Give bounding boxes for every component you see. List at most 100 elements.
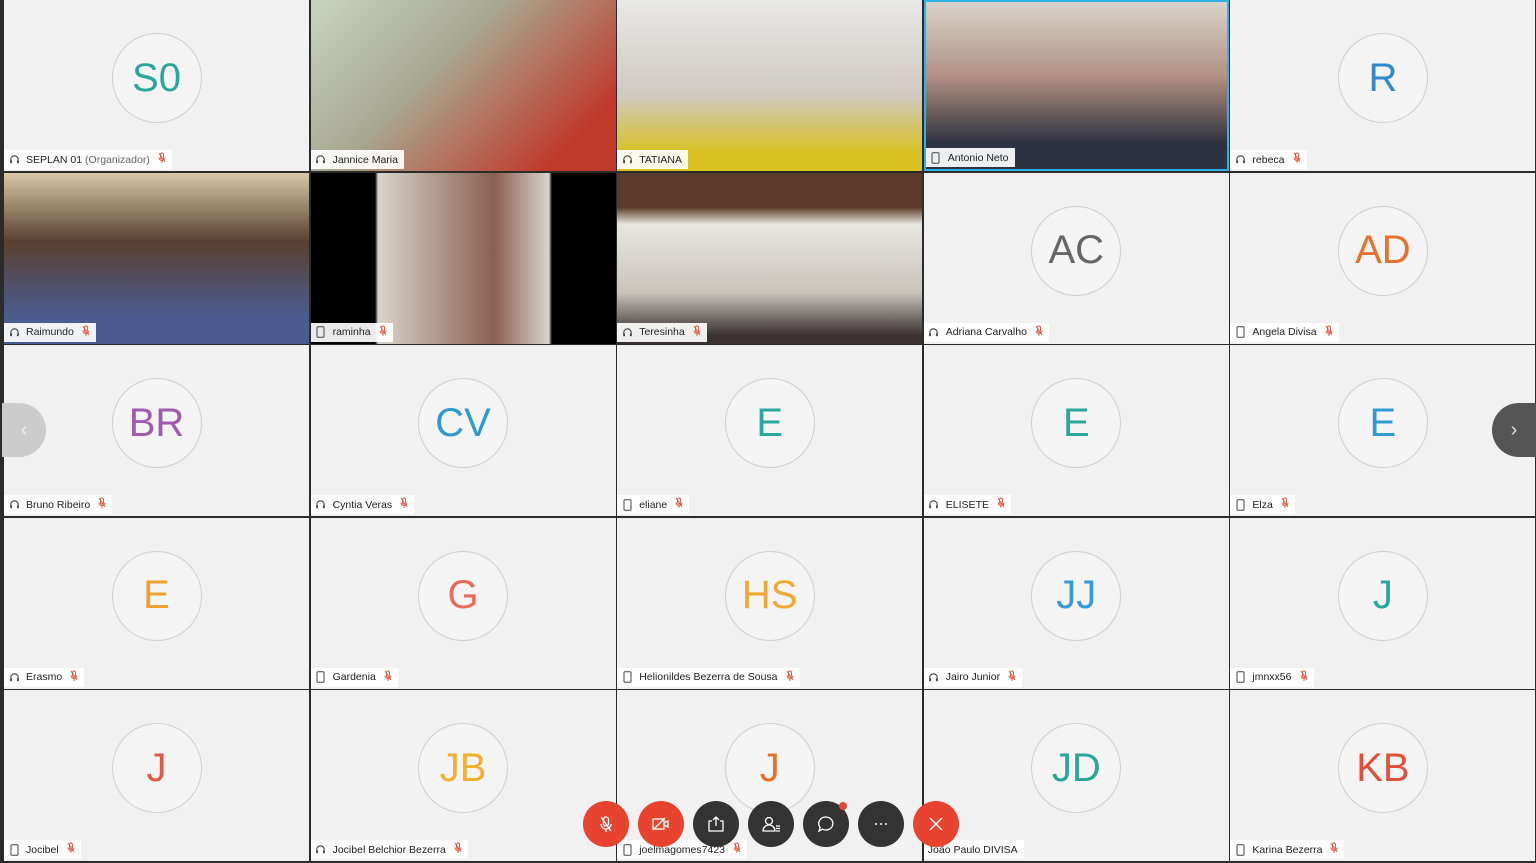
participant-tile[interactable]: Jjmnxx56 xyxy=(1230,517,1536,689)
participant-label: Bruno Ribeiro xyxy=(4,495,113,515)
participant-name: Raimundo xyxy=(26,326,74,339)
close-icon xyxy=(927,815,945,833)
participant-name: SEPLAN 01 xyxy=(26,153,83,166)
more-icon xyxy=(871,814,891,834)
more-button[interactable] xyxy=(858,801,904,847)
participant-tile[interactable]: AC Adriana Carvalho xyxy=(923,172,1229,344)
mute-button[interactable] xyxy=(583,801,629,847)
participant-tile[interactable]: HS Helionildes Bezerra de Sousa xyxy=(617,517,923,689)
participant-tile[interactable]: E Erasmo xyxy=(4,517,309,689)
participant-name: Antonio Neto xyxy=(947,151,1009,164)
participant-name: eliane xyxy=(639,498,668,511)
participant-tile[interactable]: G Gardenia xyxy=(310,517,616,689)
participant-tile[interactable]: Teresinha xyxy=(617,172,923,344)
participant-tile[interactable]: JB Jocibel Belchior Bezerra xyxy=(310,690,616,862)
headset-icon xyxy=(315,154,327,166)
phone-icon xyxy=(621,498,633,511)
participant-tile[interactable]: E Elza xyxy=(1230,345,1536,517)
avatar: S0 xyxy=(111,33,202,123)
participant-tile[interactable]: E ELISETE xyxy=(923,345,1229,517)
participant-tile[interactable]: Raimundo xyxy=(4,172,309,344)
participant-tile[interactable]: J Jocibel xyxy=(4,690,309,862)
phone-icon xyxy=(315,326,327,338)
phone-icon xyxy=(1234,326,1246,338)
avatar: JJ xyxy=(1031,550,1122,641)
participant-tile[interactable]: Eeliane xyxy=(617,345,923,517)
participant-name: Jairo Junior xyxy=(945,671,1001,684)
participant-video xyxy=(925,2,1227,169)
mic-muted-icon xyxy=(400,497,408,512)
mic-muted-icon xyxy=(693,325,701,340)
phone-icon xyxy=(8,844,20,856)
avatar: HS xyxy=(724,550,815,641)
participant-tile[interactable]: S0 SEPLAN 01 (Organizador) xyxy=(4,0,309,171)
participant-tile[interactable]: Jannice Maria xyxy=(310,0,616,171)
video-off-icon xyxy=(650,814,672,834)
participant-tile[interactable]: JJ Jairo Junior xyxy=(923,517,1229,689)
chat-button[interactable] xyxy=(803,801,849,847)
avatar: AC xyxy=(1031,205,1122,296)
chevron-left-icon: ‹ xyxy=(20,418,28,441)
participant-label: SEPLAN 01 (Organizador) xyxy=(4,150,172,169)
participant-tile[interactable]: AD Angela Divisa xyxy=(1230,172,1536,344)
share-icon xyxy=(706,814,726,834)
participant-tile[interactable]: raminha xyxy=(310,172,616,344)
phone-icon xyxy=(315,671,327,683)
participant-name: Gardenia xyxy=(332,671,376,684)
chat-icon xyxy=(816,814,836,834)
participant-label: Cyntia Veras xyxy=(310,495,415,515)
avatar: J xyxy=(1337,550,1428,641)
avatar: R xyxy=(1337,33,1428,123)
participant-label: Elza xyxy=(1230,495,1295,515)
participants-button[interactable] xyxy=(748,801,794,847)
participant-name: Jannice Maria xyxy=(332,153,398,166)
mic-muted-icon xyxy=(70,670,78,685)
participant-name: TATIANA xyxy=(639,153,682,166)
headset-icon xyxy=(928,326,940,338)
share-button[interactable] xyxy=(693,801,739,847)
participant-tile[interactable]: BR Bruno Ribeiro xyxy=(4,345,309,517)
participant-label: Raimundo xyxy=(4,322,96,342)
participant-role: (Organizador) xyxy=(85,153,150,166)
participant-tile[interactable]: TATIANA xyxy=(617,0,923,171)
participant-label: eliane xyxy=(617,495,690,515)
participant-video xyxy=(617,172,923,344)
mic-muted-icon xyxy=(82,325,90,340)
mic-muted-icon xyxy=(158,152,166,167)
mic-muted-icon xyxy=(1008,670,1016,685)
participant-name: raminha xyxy=(332,326,371,339)
participant-tile[interactable]: KB Karina Bezerra xyxy=(1230,690,1536,862)
avatar: KB xyxy=(1337,723,1428,814)
meeting-toolbar xyxy=(583,801,959,847)
avatar: JB xyxy=(418,723,509,814)
participant-video xyxy=(310,172,616,344)
headset-icon xyxy=(621,326,633,338)
participant-tile[interactable]: Rrebeca xyxy=(1230,0,1536,171)
avatar: E xyxy=(1337,378,1428,469)
headset-icon xyxy=(8,326,20,338)
participant-label: rebeca xyxy=(1230,150,1307,169)
participant-label: TATIANA xyxy=(617,150,688,169)
participant-tile[interactable]: CV Cyntia Veras xyxy=(310,345,616,517)
leave-button[interactable] xyxy=(913,801,959,847)
headset-icon xyxy=(8,154,20,166)
participant-label: Karina Bezerra xyxy=(1230,840,1345,860)
headset-icon xyxy=(1234,154,1246,166)
mic-muted-icon xyxy=(1300,670,1308,685)
participant-name: jmnxx56 xyxy=(1252,671,1292,684)
headset-icon xyxy=(928,499,940,511)
participant-name: Karina Bezerra xyxy=(1252,843,1323,856)
mic-muted-icon xyxy=(1035,325,1043,340)
avatar: E xyxy=(724,378,815,469)
phone-icon xyxy=(1234,498,1246,511)
mic-muted-icon xyxy=(675,497,683,512)
participant-label: Angela Divisa xyxy=(1230,322,1339,342)
avatar: E xyxy=(1031,378,1122,469)
participant-name: Jocibel Belchior Bezerra xyxy=(332,843,446,856)
participant-tile[interactable]: Antonio Neto xyxy=(923,0,1229,171)
participant-name: Jocibel xyxy=(26,843,59,856)
headset-icon xyxy=(315,499,327,511)
participant-tile[interactable]: JD João Paulo DIVISA xyxy=(923,690,1229,862)
video-button[interactable] xyxy=(638,801,684,847)
avatar: BR xyxy=(111,378,202,469)
